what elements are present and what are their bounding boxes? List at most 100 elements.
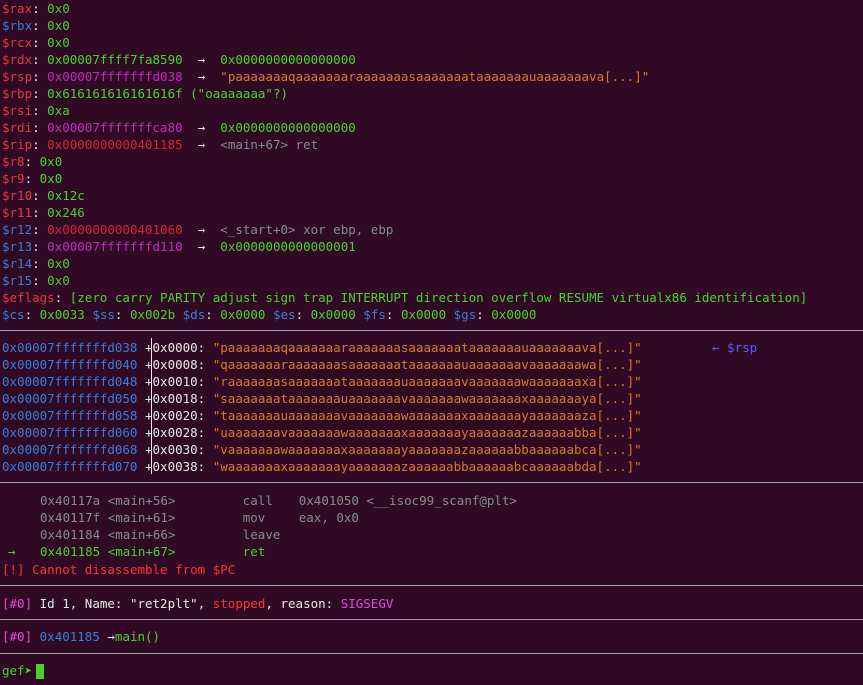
threads-divider bbox=[0, 585, 863, 586]
deref-arrow-icon: → bbox=[197, 120, 206, 135]
register-value: 0x12c bbox=[47, 188, 85, 203]
stack-offset: +0x0028: bbox=[145, 425, 206, 440]
register-row: $rbx: 0x0 bbox=[2, 17, 70, 34]
instruction-address: 0x401184 bbox=[40, 527, 101, 542]
stack-value: "raaaaaaasaaaaaaataaaaaaauaaaaaaavaaaaaa… bbox=[212, 374, 642, 389]
register-deref: <main+67> ret bbox=[220, 137, 319, 152]
register-deref: 0x0000000000000000 bbox=[220, 120, 356, 135]
register-value: 0x0 bbox=[47, 256, 70, 271]
code-divider bbox=[0, 482, 863, 483]
instruction-address: 0x401185 bbox=[40, 544, 101, 559]
register-colon: : bbox=[32, 188, 48, 203]
disassemble-error-row: [!] Cannot disassemble from $PC bbox=[2, 561, 235, 578]
thread-state: stopped bbox=[212, 596, 266, 611]
register-colon: : bbox=[32, 1, 48, 16]
stack-offset: +0x0010: bbox=[145, 374, 206, 389]
segment-colon: : bbox=[476, 307, 492, 322]
segment-name: $ds bbox=[182, 307, 206, 322]
register-name: $rbx bbox=[2, 18, 33, 33]
segment-colon: : bbox=[114, 307, 130, 322]
register-name: $r15 bbox=[2, 273, 33, 288]
register-colon: : bbox=[32, 239, 48, 254]
register-deref: <_start+0> xor ebp, ebp bbox=[220, 222, 394, 237]
register-value: 0x0000000000401060 bbox=[47, 222, 183, 237]
instruction-symbol: <main+56> bbox=[107, 493, 176, 508]
instruction-address: 0x40117a bbox=[40, 493, 101, 508]
register-value: 0x0 bbox=[47, 1, 70, 16]
register-value: 0x0000000000401185 bbox=[47, 137, 183, 152]
instruction-row: 0x40117f <main+61> mov eax, 0x0 bbox=[8, 509, 359, 526]
register-colon: : bbox=[32, 205, 48, 220]
register-colon: : bbox=[32, 256, 48, 271]
stack-offset: +0x0030: bbox=[145, 442, 206, 457]
stack-address: 0x00007fffffffd040 bbox=[2, 357, 138, 372]
register-value: 0x0 bbox=[39, 154, 63, 169]
stack-value: "waaaaaaaxaaaaaaayaaaaaaazaaaaaabbaaaaaa… bbox=[212, 459, 642, 474]
thread-prefix: Id 1, Name: bbox=[39, 596, 130, 611]
trace-tag: [#0] bbox=[2, 629, 33, 644]
segment-value: 0x0033 bbox=[39, 307, 85, 322]
register-colon: : bbox=[32, 52, 48, 67]
segment-value: 0x0000 bbox=[491, 307, 537, 322]
stack-row: 0x00007fffffffd038 +0x0000: "paaaaaaaqaa… bbox=[2, 339, 757, 356]
stack-value: "uaaaaaaavaaaaaaawaaaaaaaxaaaaaaayaaaaaa… bbox=[212, 425, 642, 440]
register-name: $r8 bbox=[2, 154, 25, 169]
register-row: $r11: 0x246 bbox=[2, 204, 85, 221]
thread-row: [#0] Id 1, Name: "ret2plt", stopped, rea… bbox=[2, 595, 393, 612]
eflags-name: $eflags bbox=[2, 290, 55, 305]
eflags-value: [zero carry PARITY adjust sign trap INTE… bbox=[69, 290, 808, 305]
register-value: 0x0 bbox=[39, 171, 63, 186]
instruction-row: 0x40117a <main+56> call 0x401050 <__isoc99… bbox=[8, 492, 517, 509]
register-name: $r14 bbox=[2, 256, 33, 271]
gdb-terminal: $rax: 0x0 $rbx: 0x0 $rcx: 0x0 $rdx: 0x00007… bbox=[0, 0, 863, 685]
register-value: 0x246 bbox=[47, 205, 85, 220]
register-row: $r14: 0x0 bbox=[2, 255, 70, 272]
instruction-address: 0x40117f bbox=[40, 510, 101, 525]
instruction-mnemonic: leave bbox=[242, 527, 281, 542]
trace-function: main() bbox=[114, 629, 161, 644]
deref-arrow-icon: → bbox=[197, 69, 206, 84]
segment-name: $es bbox=[272, 307, 296, 322]
register-name: $r13 bbox=[2, 239, 33, 254]
stack-value: "saaaaaaataaaaaaauaaaaaaavaaaaaaawaaaaaa… bbox=[212, 391, 642, 406]
instruction-symbol: <main+61> bbox=[107, 510, 176, 525]
register-row: $rax: 0x0 bbox=[2, 0, 70, 17]
stack-value: "taaaaaaauaaaaaaavaaaaaaawaaaaaaaxaaaaaa… bbox=[212, 408, 642, 423]
register-value: 0x616161616161616f ("oaaaaaaa"?) bbox=[47, 86, 288, 101]
register-colon: : bbox=[32, 69, 48, 84]
register-name: $rcx bbox=[2, 35, 33, 50]
terminal-cursor[interactable] bbox=[36, 664, 45, 679]
stack-row: 0x00007fffffffd060 +0x0028: "uaaaaaaavaa… bbox=[2, 424, 642, 441]
register-name: $rax bbox=[2, 1, 33, 16]
instruction-row: 0x401184 <main+66> leave bbox=[8, 526, 299, 543]
thread-reason-label: , reason: bbox=[265, 596, 341, 611]
gef-prompt: gef➤ bbox=[2, 663, 33, 678]
register-row: $rdx: 0x00007ffff7fa8590 → 0x00000000000… bbox=[2, 51, 356, 68]
register-value: 0x0 bbox=[47, 273, 70, 288]
register-colon: : bbox=[32, 120, 48, 135]
register-row: $rsi: 0xa bbox=[2, 102, 70, 119]
stack-row: 0x00007fffffffd050 +0x0018: "saaaaaaataa… bbox=[2, 390, 642, 407]
register-name: $r11 bbox=[2, 205, 33, 220]
register-colon: : bbox=[32, 222, 48, 237]
register-colon: : bbox=[32, 18, 48, 33]
pc-pointer-icon: → bbox=[8, 544, 16, 559]
stack-divider bbox=[0, 330, 863, 331]
register-row: $rsp: 0x00007fffffffd038 → "paaaaaaaqaaa… bbox=[2, 68, 649, 85]
register-colon: : bbox=[24, 154, 40, 169]
stack-row: 0x00007fffffffd040 +0x0008: "qaaaaaaaraa… bbox=[2, 356, 642, 373]
pc-pointer-icon bbox=[8, 492, 40, 509]
register-name: $r9 bbox=[2, 171, 25, 186]
register-colon: : bbox=[32, 137, 48, 152]
register-row: $r13: 0x00007fffffffd110 → 0x00000000000… bbox=[2, 238, 356, 255]
segment-value: 0x0000 bbox=[310, 307, 356, 322]
segment-name: $fs bbox=[363, 307, 386, 322]
register-name: $rip bbox=[2, 137, 33, 152]
register-name: $rsp bbox=[2, 69, 33, 84]
trace-arrow-icon: → bbox=[107, 629, 115, 644]
stack-address: 0x00007fffffffd048 bbox=[2, 374, 138, 389]
prompt-row[interactable]: gef➤ bbox=[2, 662, 45, 679]
deref-arrow-icon: → bbox=[197, 52, 206, 67]
instruction-operands: eax, 0x0 bbox=[298, 510, 359, 525]
register-colon: : bbox=[32, 86, 48, 101]
